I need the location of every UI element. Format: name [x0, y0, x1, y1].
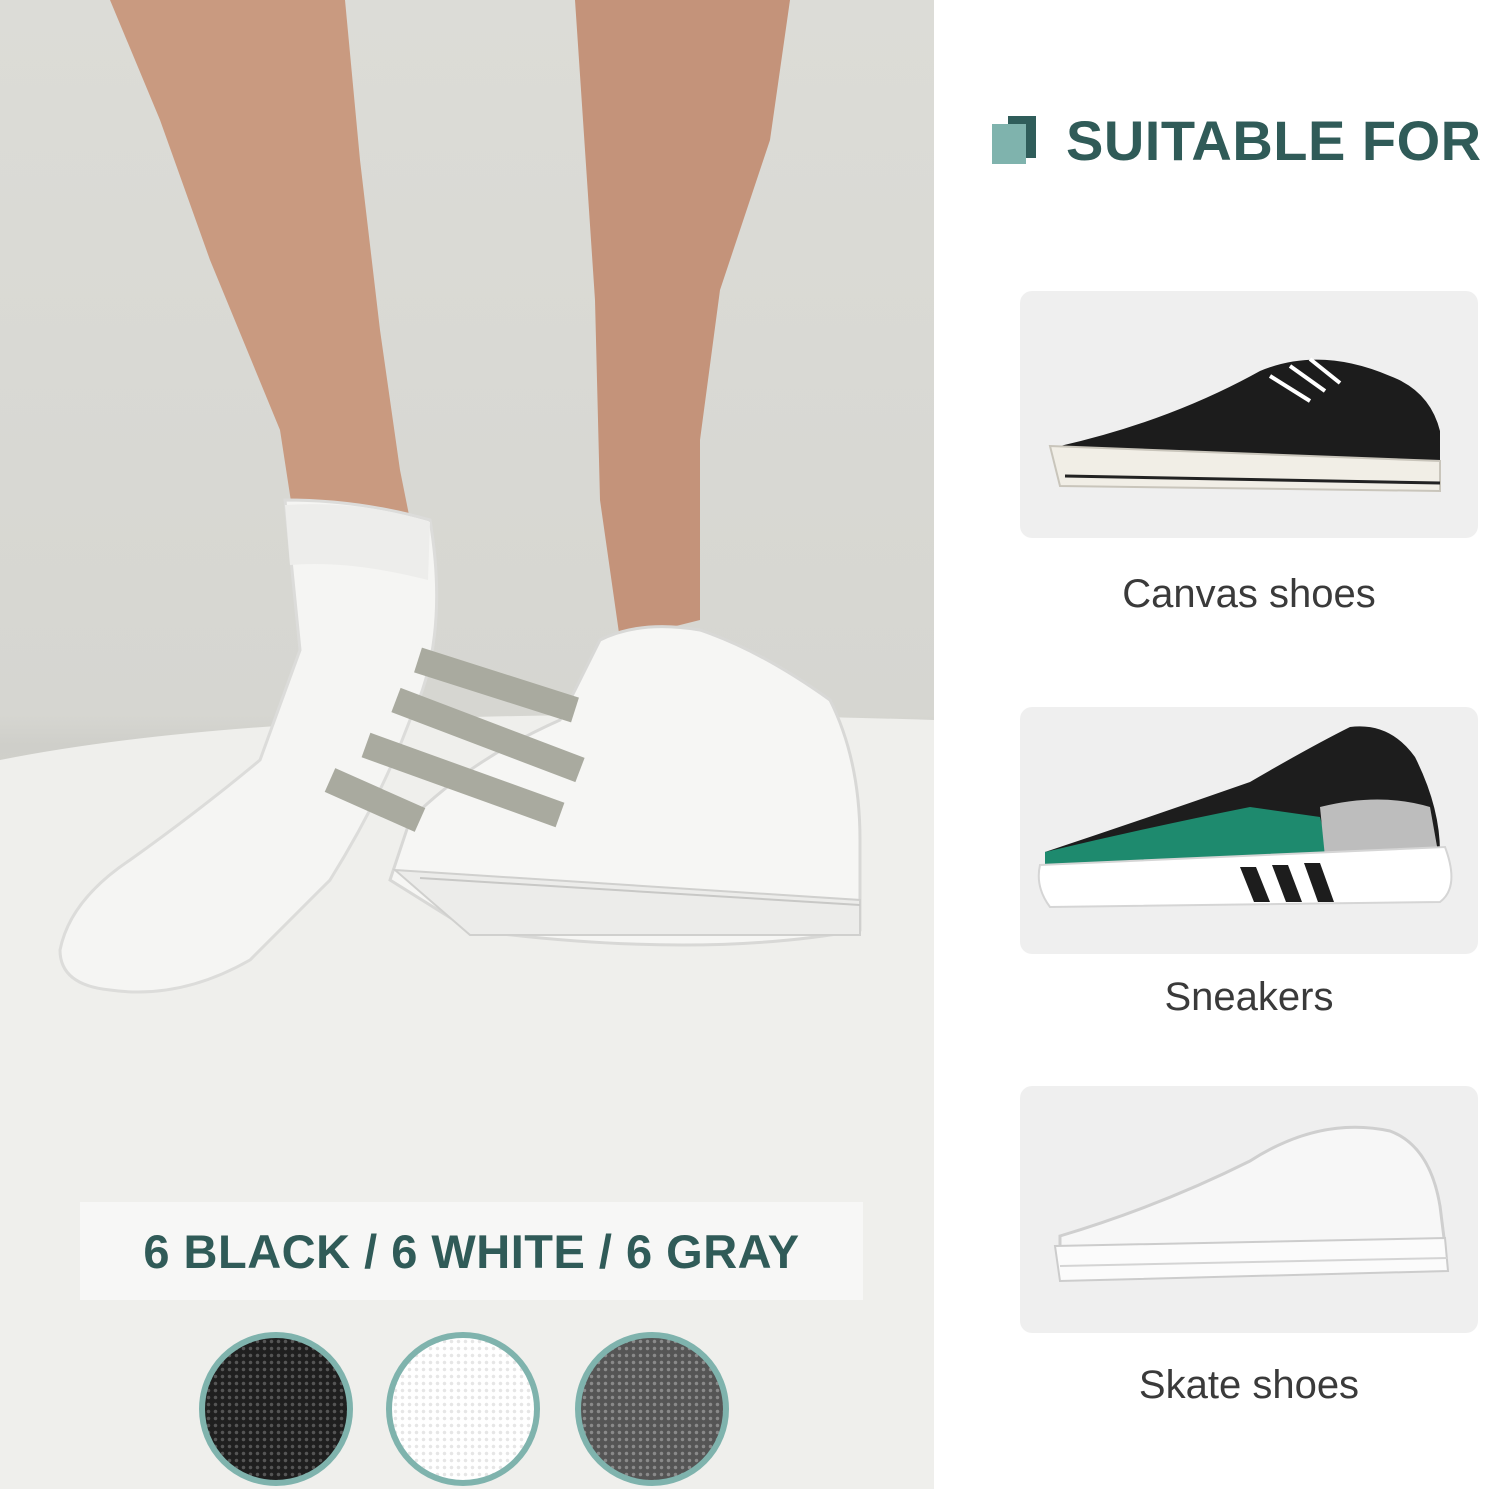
sneakers-label: Sneakers — [1164, 975, 1334, 1019]
suitable-for-heading: SUITABLE FOR — [992, 108, 1482, 172]
left-leg — [110, 0, 420, 570]
canvas-shoe-card — [1020, 291, 1478, 538]
canvas-shoe-image — [1048, 357, 1441, 493]
sneaker-image — [1037, 726, 1453, 909]
skate-shoe-image — [1053, 1125, 1450, 1283]
gray-fabric-swatch — [575, 1332, 729, 1486]
canvas-shoes-label: Canvas shoes — [1122, 572, 1376, 616]
skate-shoe-card — [1020, 1086, 1478, 1333]
skate-shoes-label: Skate shoes — [1138, 1363, 1360, 1407]
right-leg — [575, 0, 790, 640]
heading-title: SUITABLE FOR — [1066, 108, 1482, 172]
color-count-text: 6 BLACK / 6 WHITE / 6 GRAY — [143, 1224, 800, 1278]
white-fabric-swatch — [386, 1332, 540, 1486]
black-fabric-swatch — [199, 1332, 353, 1486]
square-mark-icon — [992, 116, 1040, 164]
sneaker-card — [1020, 707, 1478, 954]
color-count-banner: 6 BLACK / 6 WHITE / 6 GRAY — [80, 1202, 863, 1300]
